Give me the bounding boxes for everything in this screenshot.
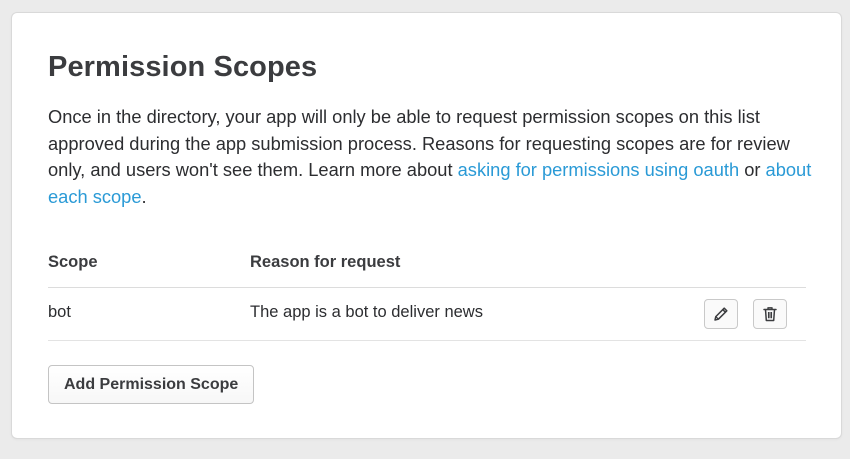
scope-cell: bot	[48, 303, 71, 321]
add-permission-scope-button[interactable]: Add Permission Scope	[48, 365, 255, 404]
permission-scopes-card: Permission Scopes Once in the directory,…	[11, 12, 842, 439]
table-header: Scope Reason for request	[48, 239, 806, 288]
oauth-permissions-link[interactable]: asking for permissions using oauth	[458, 159, 739, 180]
description-connector: or	[739, 159, 766, 180]
delete-scope-button[interactable]	[753, 299, 787, 329]
table-row: bot The app is a bot to deliver news	[48, 288, 806, 341]
scopes-table: Scope Reason for request bot The app is …	[48, 239, 806, 341]
column-header-reason: Reason for request	[250, 253, 401, 271]
description-end: .	[141, 185, 147, 207]
pencil-icon	[712, 305, 730, 323]
trash-icon	[761, 305, 779, 323]
edit-scope-button[interactable]	[704, 299, 738, 329]
column-header-scope: Scope	[48, 253, 98, 271]
reason-cell: The app is a bot to deliver news	[250, 303, 483, 321]
section-title: Permission Scopes	[48, 51, 318, 83]
section-description: Once in the directory, your app will onl…	[48, 104, 818, 210]
